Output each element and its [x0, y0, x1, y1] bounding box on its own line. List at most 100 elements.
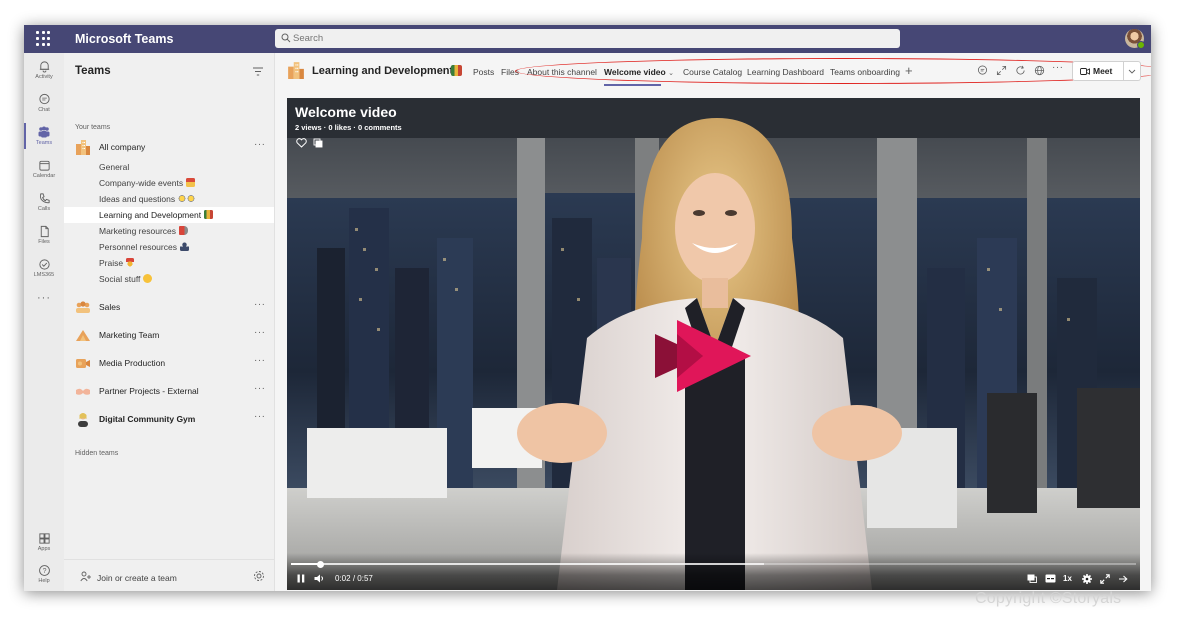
time-separator: /	[352, 574, 356, 583]
playback-speed-button[interactable]: 1x	[1063, 574, 1072, 583]
rail-item-apps[interactable]: Apps	[24, 527, 64, 557]
progress-bar[interactable]	[291, 560, 1136, 568]
team-digital-community-gym[interactable]: Digital Community Gym ···	[64, 408, 274, 430]
rail-item-calendar[interactable]: Calendar	[24, 154, 64, 184]
user-avatar[interactable]	[1125, 29, 1145, 49]
rail-label: Help	[38, 578, 50, 584]
video-controls: 0:02 / 0:57 1x	[287, 553, 1140, 590]
join-or-create-team-button[interactable]: Join or create a team	[64, 566, 274, 588]
team-name: Sales	[99, 302, 121, 312]
chevron-down-icon: ⌄	[668, 70, 674, 77]
video-stats: 2 views · 0 likes · 0 comments	[295, 123, 402, 132]
meet-button[interactable]: Meet	[1072, 61, 1124, 81]
channel-company-wide-events[interactable]: Company-wide events	[64, 175, 274, 191]
tab-welcome-video[interactable]: Welcome video ⌄	[604, 67, 674, 77]
more-options-icon[interactable]: ···	[254, 299, 266, 310]
more-options-icon[interactable]: ···	[254, 355, 266, 366]
channel-general[interactable]: General	[64, 159, 274, 175]
presence-indicator	[1137, 41, 1145, 49]
copy-icon[interactable]	[313, 138, 323, 148]
expand-icon[interactable]	[996, 65, 1007, 76]
rail-more-button[interactable]: ···	[24, 288, 64, 304]
tab-about-this-channel[interactable]: About this channel	[527, 67, 597, 77]
meet-dropdown-button[interactable]	[1124, 61, 1141, 81]
team-partner-projects[interactable]: Partner Projects - External ···	[64, 380, 274, 402]
party-house-icon	[186, 178, 196, 187]
tab-label: Welcome video	[604, 67, 666, 77]
pause-icon[interactable]	[297, 574, 305, 583]
team-sales[interactable]: Sales ···	[64, 296, 274, 318]
share-icon[interactable]	[1118, 574, 1128, 584]
rail-item-chat[interactable]: Chat	[24, 88, 64, 118]
phone-icon	[39, 193, 50, 204]
progress-thumb[interactable]	[317, 560, 325, 568]
search-icon	[281, 33, 291, 43]
rail-label: Calls	[37, 206, 51, 212]
more-options-icon[interactable]: ···	[254, 383, 266, 394]
tab-teams-onboarding[interactable]: Teams onboarding	[830, 67, 900, 77]
search-box[interactable]	[275, 29, 900, 48]
app-launcher-icon[interactable]	[36, 31, 52, 47]
team-name: Marketing Team	[99, 330, 160, 340]
team-marketing-team[interactable]: Marketing Team ···	[64, 324, 274, 346]
stream-play-icon[interactable]	[655, 304, 759, 408]
building-icon	[76, 140, 90, 155]
more-options-icon[interactable]: ···	[1052, 62, 1064, 73]
captions-icon[interactable]	[1045, 574, 1056, 583]
more-options-icon[interactable]: ···	[254, 411, 266, 422]
tab-files[interactable]: Files	[501, 67, 519, 77]
copyright-watermark: Copyright ©Storyals	[975, 590, 1122, 607]
main-area: Learning and Development Posts Files Abo…	[275, 53, 1151, 591]
more-options-icon[interactable]: ···	[254, 139, 266, 150]
rail-item-calls[interactable]: Calls	[24, 187, 64, 217]
add-tab-icon[interactable]: +	[905, 63, 913, 78]
refresh-icon[interactable]	[1015, 65, 1026, 76]
more-options-icon[interactable]: ···	[254, 327, 266, 338]
rail-item-activity[interactable]: Activity	[24, 55, 64, 85]
chevron-down-icon	[1128, 69, 1136, 74]
channel-name: Personnel resources	[99, 242, 177, 252]
settings-gear-icon[interactable]	[1082, 574, 1092, 584]
channel-learning-and-development[interactable]: Learning and Development	[64, 207, 274, 223]
channel-header: Learning and Development Posts Files Abo…	[275, 53, 1151, 91]
globe-icon[interactable]	[1034, 65, 1045, 76]
heart-icon[interactable]	[296, 138, 307, 148]
channel-praise[interactable]: Praise	[64, 255, 274, 271]
duration: 0:57	[357, 574, 373, 583]
smiley-icon	[143, 274, 153, 283]
video-player[interactable]: Welcome video 2 views · 0 likes · 0 comm…	[287, 98, 1140, 590]
video-title: Welcome video	[295, 104, 397, 120]
rail-item-lms365[interactable]: LMS365	[24, 253, 64, 283]
channel-name: Learning and Development	[99, 210, 202, 220]
channel-marketing-resources[interactable]: Marketing resources	[64, 223, 274, 239]
rail-item-help[interactable]: ? Help	[24, 559, 64, 589]
lightbulb-icon	[178, 194, 187, 203]
team-media-production[interactable]: Media Production ···	[64, 352, 274, 374]
tab-posts[interactable]: Posts	[473, 67, 494, 77]
conversation-icon[interactable]	[977, 65, 988, 76]
rail-item-teams[interactable]: Teams	[24, 121, 64, 151]
fullscreen-icon[interactable]	[1100, 574, 1110, 584]
tab-learning-dashboard[interactable]: Learning Dashboard	[747, 67, 824, 77]
channel-ideas-and-questions[interactable]: Ideas and questions	[64, 191, 274, 207]
search-input[interactable]	[293, 29, 893, 48]
filter-icon[interactable]	[253, 67, 263, 76]
gear-icon[interactable]	[253, 570, 265, 582]
time-display: 0:02 / 0:57	[335, 574, 373, 583]
channel-personnel-resources[interactable]: Personnel resources	[64, 239, 274, 255]
volume-icon[interactable]	[314, 574, 325, 583]
building-icon	[288, 62, 304, 79]
app-name: Microsoft Teams	[75, 32, 174, 46]
rail-label: Teams	[35, 140, 53, 146]
medal-icon	[126, 258, 135, 267]
apps-icon	[38, 533, 50, 544]
channel-social-stuff[interactable]: Social stuff	[64, 271, 274, 287]
question-icon	[187, 194, 196, 203]
team-media-icon	[76, 359, 90, 368]
rail-item-files[interactable]: Files	[24, 220, 64, 250]
chapters-icon[interactable]	[1027, 574, 1037, 583]
bell-icon	[39, 61, 49, 73]
tab-course-catalog[interactable]: Course Catalog	[683, 67, 742, 77]
video-camera-icon	[1080, 68, 1090, 75]
team-all-company[interactable]: All company ···	[64, 136, 274, 158]
